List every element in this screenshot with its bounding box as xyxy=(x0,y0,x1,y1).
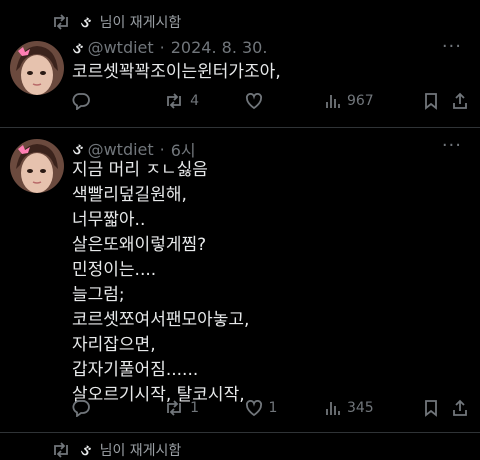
repost-indicator: ઙ 님이 재게시함 xyxy=(52,12,181,32)
user-mark-icon: ઙ xyxy=(80,441,90,459)
tweet-actions: 1 1 345 xyxy=(72,396,472,420)
tweet-line: 코르셋쪼여서팬모아놓고, xyxy=(72,310,250,330)
tweet-body: 코르셋꽉꽉조이는윈터가조아, xyxy=(72,60,281,85)
user-mark-icon: ઙ xyxy=(72,38,82,57)
avatar[interactable] xyxy=(10,139,64,193)
repost-button[interactable]: 1 xyxy=(164,399,244,417)
tweet-line: 코르셋꽉꽉조이는윈터가조아, xyxy=(72,62,281,82)
divider xyxy=(0,127,480,128)
timestamp[interactable]: 2024. 8. 30. xyxy=(171,38,268,57)
repost-indicator: ઙ 님이 재게시함 xyxy=(52,440,181,460)
tweet-header: ઙ @wtdiet · 2024. 8. 30. xyxy=(72,38,267,57)
reply-icon xyxy=(72,400,90,417)
separator: · xyxy=(159,139,165,159)
share-button[interactable] xyxy=(452,399,472,417)
repost-icon xyxy=(167,93,182,109)
repost-text: 님이 재게시함 xyxy=(99,15,182,31)
views-count: 967 xyxy=(346,93,374,109)
views-button[interactable]: 967 xyxy=(325,93,423,109)
views-button[interactable]: 345 xyxy=(325,400,423,416)
reply-icon xyxy=(72,93,90,110)
bookmark-icon xyxy=(425,400,437,417)
more-options-button[interactable]: ··· xyxy=(442,135,462,156)
tweet-actions: 4 967 xyxy=(72,89,472,113)
repost-text: 님이 재게시함 xyxy=(99,443,182,459)
repost-count: 4 xyxy=(190,93,200,109)
like-count: 1 xyxy=(268,400,278,416)
tweet-line: 자리잡으면, xyxy=(72,335,156,355)
user-mark-icon: ઙ xyxy=(72,140,82,158)
repost-icon xyxy=(54,14,68,30)
tweet-line: 갑자기풀어짐...... xyxy=(72,360,199,380)
bookmark-button[interactable] xyxy=(423,92,452,110)
views-icon xyxy=(326,402,340,415)
tweet-line: 색빨리덮길원해, xyxy=(72,185,187,205)
repost-icon xyxy=(167,400,182,416)
user-mark-icon: ઙ xyxy=(80,13,90,31)
like-button[interactable] xyxy=(245,92,325,110)
heart-icon xyxy=(245,92,262,110)
repost-icon xyxy=(54,442,68,458)
tweet-line: 늘그럼; xyxy=(72,285,125,305)
divider xyxy=(0,432,480,433)
reply-button[interactable] xyxy=(72,399,164,417)
views-count: 345 xyxy=(346,400,374,416)
share-icon xyxy=(453,399,468,416)
tweet-line: 살은또왜이렇게찜? xyxy=(72,235,207,255)
heart-icon xyxy=(245,399,262,417)
bookmark-button[interactable] xyxy=(423,399,452,417)
more-options-button[interactable]: ··· xyxy=(442,36,462,57)
views-icon xyxy=(326,95,340,108)
like-button[interactable]: 1 xyxy=(245,399,325,417)
handle[interactable]: @wtdiet xyxy=(88,38,154,57)
handle[interactable]: @wtdiet xyxy=(88,140,154,159)
separator: · xyxy=(159,38,165,57)
tweet-line: 너무짧아.. xyxy=(72,210,146,230)
share-button[interactable] xyxy=(452,92,472,110)
bookmark-icon xyxy=(425,93,437,110)
tweet-line: 민정이는.... xyxy=(72,260,157,280)
tweet-line: 지금 머리 ㅈㄴ싫음 xyxy=(72,160,208,180)
share-icon xyxy=(453,92,468,109)
reply-button[interactable] xyxy=(72,92,164,110)
tweet-body: 지금 머리 ㅈㄴ싫음 색빨리덮길원해, 너무짧아.. 살은또왜이렇게찜? 민정이… xyxy=(72,158,249,408)
repost-button[interactable]: 4 xyxy=(164,92,244,110)
avatar[interactable] xyxy=(10,41,64,95)
repost-count: 1 xyxy=(190,400,200,416)
